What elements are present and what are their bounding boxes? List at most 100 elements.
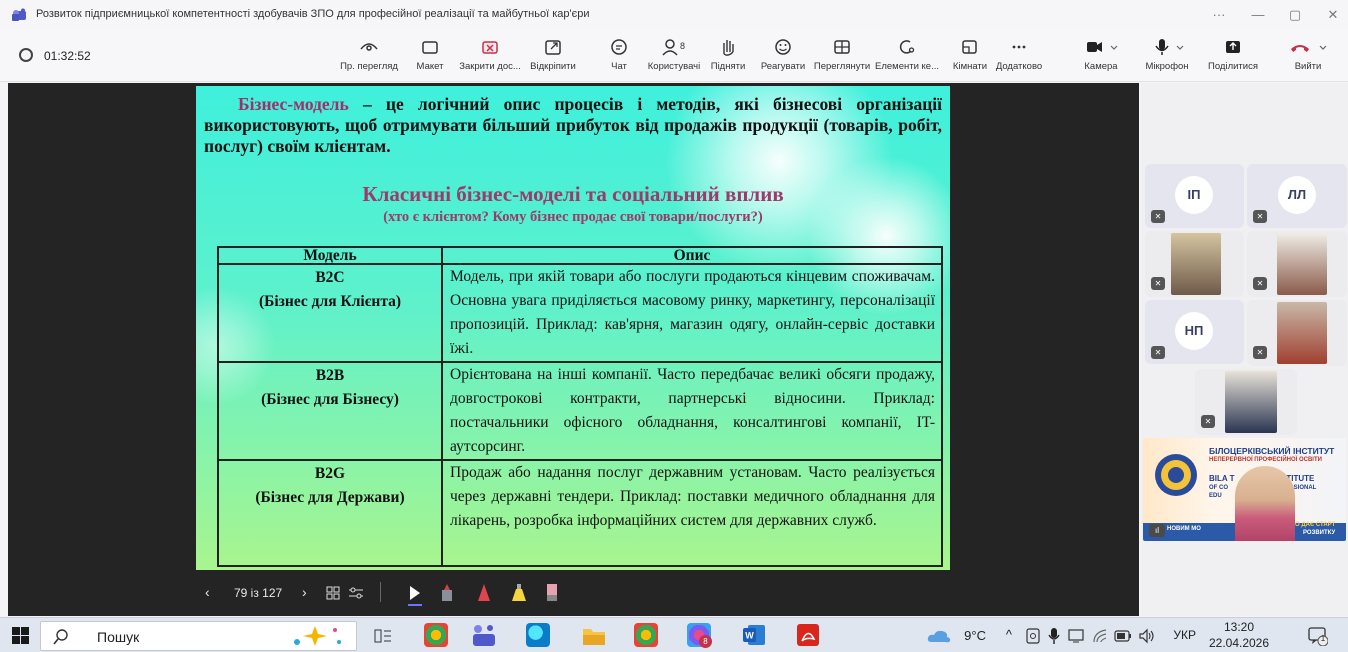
preview-label: Пр. перегляд [340,61,398,72]
pointer-icon[interactable] [408,585,422,601]
presentation-slide: Бізнес-модель – це логічний опис процесі… [196,86,950,570]
eraser-icon[interactable] [546,583,558,601]
chrome-profile-icon[interactable] [634,623,658,647]
clock-time[interactable]: 13:20 [1204,620,1274,634]
stop-sharing-label: Закрити дос... [459,61,521,72]
popout-button[interactable]: Відкріпити [528,36,578,78]
muted-mic-icon: ✕ [1253,210,1267,223]
language-indicator[interactable]: УКР [1173,628,1196,642]
eye-icon [360,43,378,51]
view-button[interactable]: Переглянути [813,36,871,78]
banner-line-3: BILA T [1209,474,1235,483]
signal-icon: ıl [1149,524,1165,537]
participant-video-tile[interactable]: ✕ [1195,369,1297,435]
notification-count: 1 [1320,634,1326,643]
share-button[interactable]: Поділитися [1201,36,1265,78]
weather-icon[interactable] [926,628,952,644]
edge-icon[interactable] [526,623,550,647]
slide-heading: Класичні бізнес-моделі та соціальний впл… [362,182,784,206]
windows-start-icon[interactable] [12,627,29,644]
speaker-video [1235,466,1295,541]
speaker-video-tile[interactable]: БІЛОЦЕРКІВСЬКИЙ ІНСТИТУТ НЕПЕРЕРВНОЇ ПРО… [1143,438,1346,541]
window-maximize-button[interactable]: ▢ [1278,4,1312,26]
word-icon[interactable]: W [742,623,766,647]
rooms-icon [962,40,977,54]
model-description: Орієнтована на інші компанії. Часто пере… [441,361,943,461]
meeting-toolbar: 01:32:52 Пр. перегляд Макет Закрити дос.… [0,30,1348,82]
rooms-button[interactable]: Кімнати [952,36,988,78]
model-name: (Бізнес для Держави) [255,489,405,506]
participants-panel: ІП ✕ ЛЛ ✕ ✕ ✕ НП ✕ ✕ ✕ БІЛОЦЕРКІВСЬКИЙ І… [1141,83,1348,616]
svg-text:W: W [745,631,754,641]
chat-button[interactable]: Чат [604,36,634,78]
layout-label: Макет [416,61,444,72]
leave-button[interactable]: Вийти [1276,36,1340,78]
banner-footer-right: РОЗВИТКУ [1303,530,1336,536]
pdf-reader-icon[interactable] [796,623,820,647]
storage-icon[interactable] [1026,628,1040,644]
active-tool-indicator [408,604,422,606]
participant-tile[interactable]: ІП ✕ [1145,164,1244,228]
marker-icon[interactable] [476,583,492,601]
participant-video-tile[interactable]: ✕ [1247,231,1347,297]
muted-mic-icon: ✕ [1151,210,1165,223]
pen-icon[interactable] [440,583,454,601]
sliders-icon[interactable] [348,586,364,600]
controls-button[interactable]: Елементи ке... [874,36,940,78]
chrome-icon[interactable] [424,623,448,647]
participants-label: Користувачі [647,61,701,72]
model-name: (Бізнес для Бізнесу) [261,391,399,408]
settings-icon [899,40,915,54]
wifi-icon[interactable] [1092,628,1108,644]
layout-button[interactable]: Макет [410,36,450,78]
more-label: Додатково [995,61,1043,72]
volume-icon[interactable] [1138,628,1156,644]
taskbar-search-box[interactable]: Пошук [40,621,357,651]
app-notification-icon[interactable]: 8 [687,623,712,648]
layout-icon [422,41,438,54]
tray-overflow-icon[interactable]: ^ [1006,627,1012,642]
window-more-button[interactable]: ··· [1202,4,1236,26]
screen-tray-icon[interactable] [1068,628,1084,644]
file-explorer-icon[interactable] [582,626,606,646]
preview-button[interactable]: Пр. перегляд [338,36,400,78]
mic-tray-icon[interactable] [1048,627,1060,645]
participants-button[interactable]: 8 Користувачі [646,36,702,78]
muted-mic-icon: ✕ [1253,346,1267,359]
camera-button[interactable]: Камера [1070,36,1132,78]
clock-date[interactable]: 22.04.2026 [1204,636,1274,650]
window-minimize-button[interactable]: — [1241,4,1275,26]
muted-mic-icon: ✕ [1201,415,1215,428]
window-close-button[interactable]: ✕ [1316,4,1348,26]
smile-icon [775,39,791,55]
more-button[interactable]: Додатково [991,36,1047,78]
intro-term: Бізнес-модель [238,94,349,114]
next-slide-button[interactable]: › [302,584,307,600]
teams-taskbar-icon[interactable] [472,623,498,647]
table-row: B2G (Бізнес для Держави) Продаж або надан… [217,459,943,567]
participant-video [1277,233,1327,295]
stop-sharing-button[interactable]: Закрити дос... [455,36,525,78]
participant-video-tile[interactable]: ✕ [1145,231,1244,297]
temperature-label: 9°C [964,628,986,643]
highlighter-icon[interactable] [510,583,528,601]
grid-icon [834,40,850,54]
slide-intro-paragraph: Бізнес-модель – це логічний опис процесі… [204,94,942,157]
participant-video-tile[interactable]: ✕ [1247,300,1347,366]
battery-icon[interactable] [1114,629,1132,643]
participant-initials: ІП [1175,176,1213,214]
previous-slide-button[interactable]: ‹ [205,584,210,600]
institute-logo [1155,454,1197,496]
participant-tile[interactable]: НП ✕ [1145,300,1244,364]
participant-tile[interactable]: ЛЛ ✕ [1247,164,1347,228]
meeting-duration: 01:32:52 [44,49,91,63]
raise-hand-icon [723,40,734,56]
task-view-icon[interactable] [374,628,392,644]
react-button[interactable]: Реагувати [758,36,808,78]
raise-hand-button[interactable]: Підняти [710,36,746,78]
model-description: Модель, при якій товари або послуги прод… [441,263,943,363]
microphone-button[interactable]: Мікрофон [1136,36,1198,78]
participant-count: 8 [680,41,685,51]
grid-icon[interactable] [326,586,340,600]
model-name: (Бізнес для Клієнта) [258,293,402,310]
